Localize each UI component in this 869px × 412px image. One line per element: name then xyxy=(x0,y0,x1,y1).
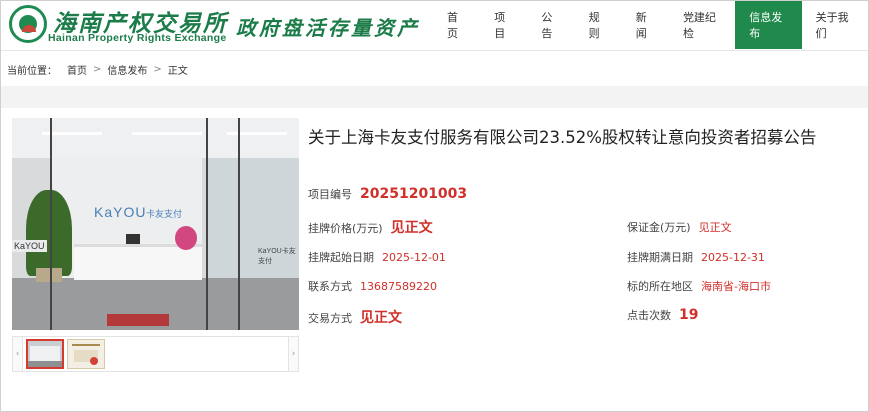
photo-brand-sub: 卡友支付 xyxy=(146,210,183,220)
photo-sign: KaYOU xyxy=(12,240,47,252)
deposit-value: 见正文 xyxy=(698,221,732,234)
logo-emblem-icon[interactable] xyxy=(9,5,47,43)
chevron-left-icon[interactable]: ‹ xyxy=(13,337,23,371)
project-code-label: 项目编号 xyxy=(308,188,352,201)
nav-item-info-release[interactable]: 信息发布 xyxy=(735,1,802,49)
nav-item-about-us[interactable]: 关于我们 xyxy=(802,1,868,49)
photo-sign-right: KaYOU卡友支付 xyxy=(258,248,296,265)
project-code-value: 20251201003 xyxy=(360,186,468,202)
plant-decoration xyxy=(26,190,72,276)
chevron-right-icon: > xyxy=(93,63,102,75)
start-date-label: 挂牌起始日期 xyxy=(308,251,374,264)
field-location: 标的所在地区 海南省-海口市 xyxy=(627,278,771,294)
site-header: 海南产权交易所 Hainan Property Rights Exchange … xyxy=(1,1,868,51)
breadcrumb: 当前位置： 首页 > 信息发布 > 正文 xyxy=(1,52,868,86)
main-nav: 首页 项目 公告 规则 新闻 党建纪检 信息发布 关于我们 xyxy=(433,1,868,49)
thumbnail-strip: ‹ › xyxy=(12,336,299,372)
field-start-date: 挂牌起始日期 2025-12-01 xyxy=(308,249,446,265)
start-date-value: 2025-12-01 xyxy=(382,251,446,264)
field-trade-method: 交易方式 见正文 xyxy=(308,307,402,327)
thumbnail-office[interactable] xyxy=(26,339,64,369)
photo-brand-logo: KaYOU xyxy=(94,204,147,220)
nav-item-announcements[interactable]: 公告 xyxy=(527,1,574,49)
field-listing-price: 挂牌价格(万元) 见正文 xyxy=(308,217,433,237)
trade-method-value: 见正文 xyxy=(360,310,402,326)
location-value: 海南省-海口市 xyxy=(701,280,771,293)
field-deposit: 保证金(万元) 见正文 xyxy=(627,219,732,235)
breadcrumb-prefix: 当前位置： xyxy=(7,65,57,77)
listing-price-value: 见正文 xyxy=(390,220,433,236)
listing-price-label: 挂牌价格(万元) xyxy=(308,222,383,235)
location-label: 标的所在地区 xyxy=(627,280,693,293)
end-date-value: 2025-12-31 xyxy=(701,251,765,264)
deposit-label: 保证金(万元) xyxy=(627,221,691,234)
nav-item-news[interactable]: 新闻 xyxy=(622,1,669,49)
nav-item-projects[interactable]: 项目 xyxy=(480,1,527,49)
chevron-right-icon[interactable]: › xyxy=(288,337,298,371)
project-title: 关于上海卡友支付服务有限公司23.52%股权转让意向投资者招募公告 xyxy=(308,128,817,147)
header-slogan: 政府盘活存量资产 xyxy=(236,16,420,40)
project-photo[interactable]: KaYOU 卡友支付 KaYOU KaYOU卡友支付 xyxy=(12,118,299,330)
trade-method-label: 交易方式 xyxy=(308,312,352,325)
nav-item-rules[interactable]: 规则 xyxy=(575,1,622,49)
field-click-count: 点击次数 19 xyxy=(627,307,698,323)
logo-english-name: Hainan Property Rights Exchange xyxy=(48,32,227,44)
contact-value[interactable]: 13687589220 xyxy=(360,280,437,293)
click-count-value: 19 xyxy=(679,307,699,323)
chevron-right-icon: > xyxy=(153,63,162,75)
thumbnail-certificate[interactable] xyxy=(67,339,105,369)
end-date-label: 挂牌期满日期 xyxy=(627,251,693,264)
breadcrumb-current: 正文 xyxy=(167,65,188,77)
nav-item-home[interactable]: 首页 xyxy=(433,1,480,49)
field-project-code: 项目编号 20251201003 xyxy=(308,186,467,202)
click-count-label: 点击次数 xyxy=(627,309,671,322)
project-card: KaYOU 卡友支付 KaYOU KaYOU卡友支付 ‹ › 关于上海卡友支付服… xyxy=(8,108,861,396)
nav-item-party-discipline[interactable]: 党建纪检 xyxy=(669,1,735,49)
breadcrumb-info-release[interactable]: 信息发布 xyxy=(107,62,147,77)
section-divider xyxy=(1,86,868,108)
contact-label: 联系方式 xyxy=(308,280,352,293)
breadcrumb-home[interactable]: 首页 xyxy=(67,62,87,77)
field-contact: 联系方式 13687589220 xyxy=(308,278,437,294)
field-end-date: 挂牌期满日期 2025-12-31 xyxy=(627,249,765,265)
